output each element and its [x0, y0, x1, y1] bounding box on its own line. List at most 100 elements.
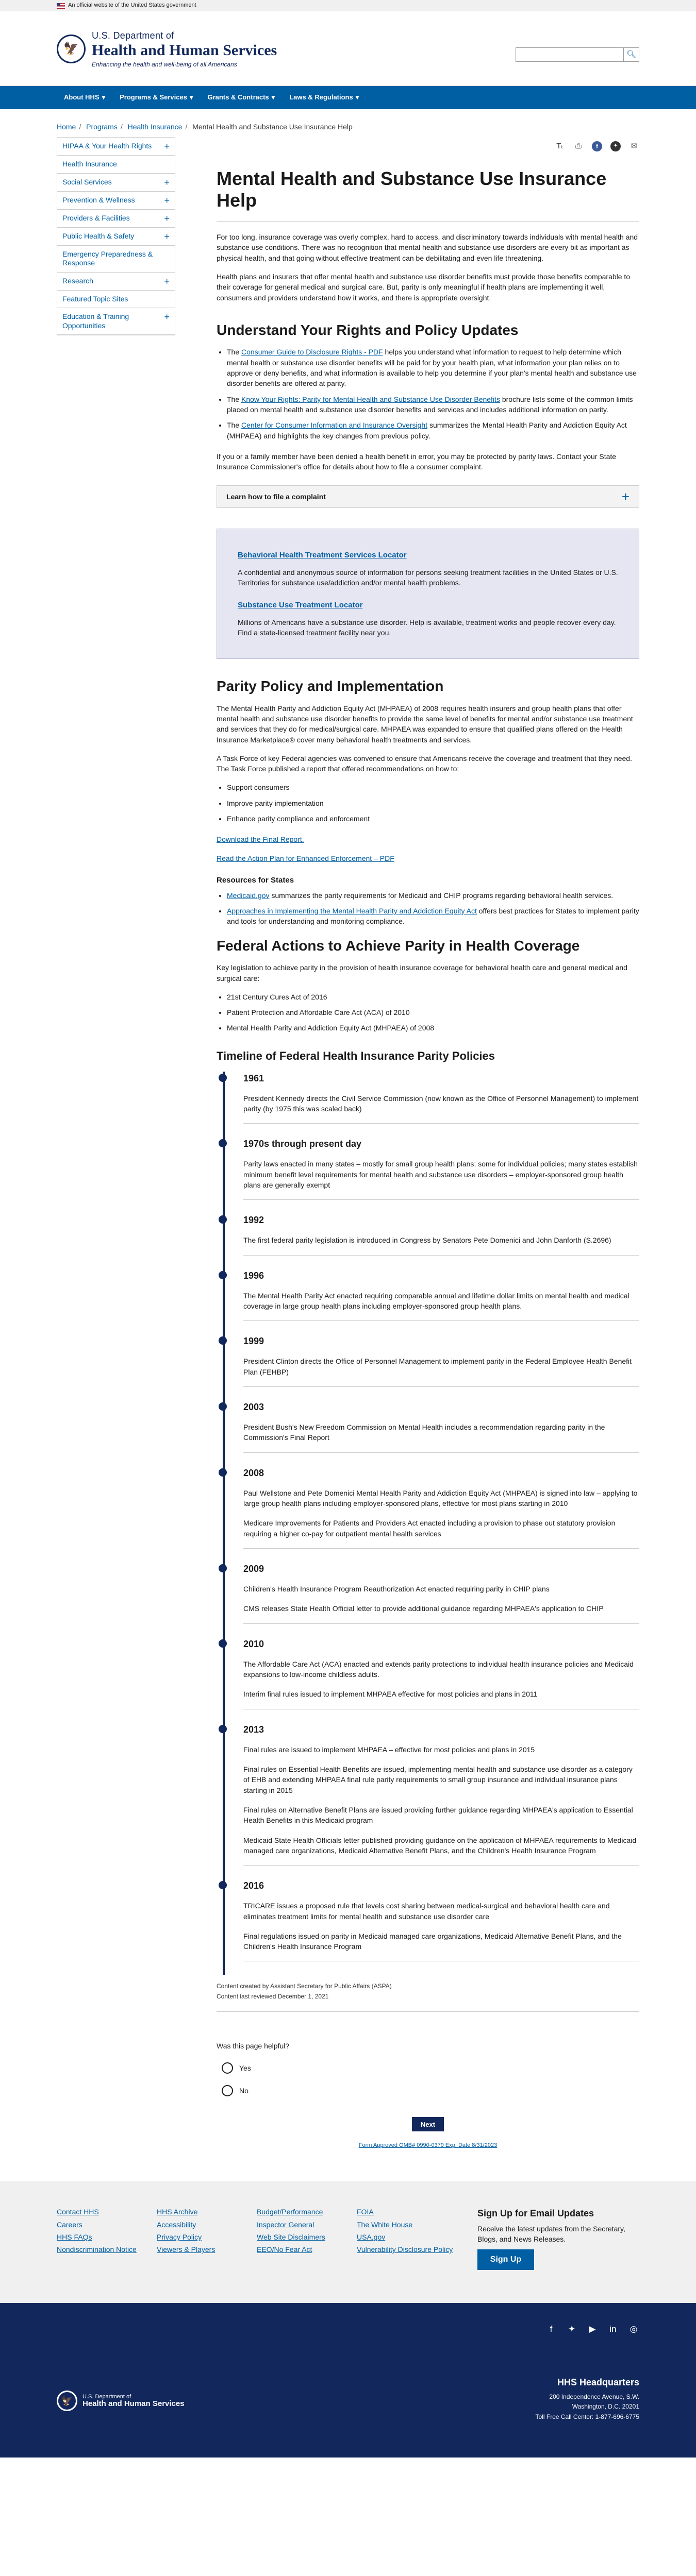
search-button[interactable]: 🔍︎ — [624, 47, 639, 62]
omb-link[interactable]: Form Approved OMB# 0990-0379 Exp. Date 8… — [359, 2142, 497, 2148]
denied-paragraph: If you or a family member have been deni… — [217, 452, 617, 471]
list-item: The Know Your Rights: Parity for Mental … — [227, 394, 639, 415]
next-button[interactable]: Next — [412, 2117, 444, 2132]
us-flag-icon — [57, 3, 65, 9]
expand-plus-icon[interactable]: + — [164, 196, 170, 205]
facebook-icon[interactable]: f — [592, 141, 602, 152]
sidebar-item-label: Emergency Preparedness & Response — [62, 249, 153, 267]
item-text: summarizes the parity requirements for M… — [269, 891, 614, 900]
divider — [243, 1199, 639, 1200]
radio-circle[interactable] — [222, 2085, 233, 2097]
footer-link[interactable]: Accessibility — [157, 2219, 257, 2230]
facebook-icon[interactable]: f — [545, 2324, 557, 2335]
action-plan-link[interactable]: Read the Action Plan for Enhanced Enforc… — [217, 854, 394, 862]
print-icon[interactable]: ⎙ — [573, 141, 584, 151]
twitter-icon[interactable]: ✦ — [566, 2324, 577, 2335]
item-text: The — [227, 421, 242, 430]
page-title: Mental Health and Substance Use Insuranc… — [217, 168, 607, 211]
sidebar-item-public-health[interactable]: Public Health & Safety + — [57, 228, 175, 246]
instagram-icon[interactable]: ◎ — [628, 2324, 639, 2335]
footer-link[interactable]: The White House — [357, 2219, 457, 2230]
expand-plus-icon[interactable]: + — [622, 487, 629, 507]
site-header: 🦅 U.S. Department of Health and Human Se… — [0, 11, 696, 86]
parity-paragraph: A Task Force of key Federal agencies was… — [217, 754, 632, 773]
hq-line: Washington, D.C. 20201 — [572, 2403, 639, 2411]
expand-plus-icon[interactable]: + — [164, 312, 170, 321]
sidebar-item-providers[interactable]: Providers & Facilities + — [57, 210, 175, 228]
consumer-guide-link[interactable]: Consumer Guide to Disclosure Rights - PD… — [241, 348, 383, 356]
breadcrumb-separator: / — [120, 123, 123, 131]
linkedin-icon[interactable]: in — [607, 2324, 619, 2335]
sidebar-item-social-services[interactable]: Social Services + — [57, 174, 175, 192]
divider — [243, 1320, 639, 1321]
timeline: 1961 President Kennedy directs the Civil … — [217, 1071, 639, 1975]
sidebar-item-featured[interactable]: Featured Topic Sites — [57, 291, 175, 309]
feedback-yes-radio[interactable]: Yes — [222, 2062, 639, 2074]
resources-list: Medicaid.gov summarizes the parity requi… — [227, 890, 639, 927]
timeline-text: TRICARE issues a proposed rule that leve… — [243, 1902, 610, 1921]
breadcrumb-home[interactable]: Home — [57, 123, 76, 131]
footer-link[interactable]: FOIA — [357, 2207, 457, 2217]
footer-link[interactable]: Vulnerability Disclosure Policy — [357, 2244, 457, 2255]
know-your-rights-link[interactable]: Know Your Rights: Parity for Mental Heal… — [241, 395, 500, 403]
sidebar-item-prevention[interactable]: Prevention & Wellness + — [57, 192, 175, 210]
nav-programs[interactable]: Programs & Services ▾ — [112, 86, 200, 109]
footer-link[interactable]: Contact HHS — [57, 2207, 157, 2217]
timeline-entry: 2009 Children's Health Insurance Program … — [219, 1562, 639, 1637]
nav-laws[interactable]: Laws & Regulations ▾ — [282, 86, 366, 109]
breadcrumb-programs[interactable]: Programs — [86, 123, 118, 131]
footer-link[interactable]: HHS Archive — [157, 2207, 257, 2217]
divider — [217, 2011, 639, 2012]
complaint-accordion[interactable]: Learn how to file a complaint + — [217, 485, 639, 509]
social-links: f ✦ ▶ in ◎ — [545, 2324, 639, 2335]
email-icon[interactable]: ✉ — [629, 141, 639, 151]
approaches-link[interactable]: Approaches in Implementing the Mental He… — [227, 907, 477, 915]
footer-link[interactable]: EEO/No Fear Act — [257, 2244, 357, 2255]
sidebar-item-label: Providers & Facilities — [62, 213, 130, 222]
footer-link[interactable]: Web Site Disclaimers — [257, 2232, 357, 2242]
footer-link[interactable]: Budget/Performance — [257, 2207, 357, 2217]
footer-logo[interactable]: 🦅 U.S. Department of Health and Human Ser… — [57, 2391, 185, 2412]
radio-circle[interactable] — [222, 2062, 233, 2074]
hhs-logo[interactable]: 🦅 U.S. Department of Health and Human Se… — [57, 29, 277, 69]
expand-plus-icon[interactable]: + — [164, 142, 170, 151]
nav-grants[interactable]: Grants & Contracts ▾ — [200, 86, 282, 109]
sidebar-item-education[interactable]: Education & Training Opportunities + — [57, 308, 175, 335]
divider — [243, 1623, 639, 1624]
hq-line: Toll Free Call Center: 1-877-696-6775 — [535, 2413, 639, 2420]
footer-link[interactable]: Careers — [57, 2219, 157, 2230]
timeline-entry: 2013 Final rules are issued to implement … — [219, 1723, 639, 1879]
sidebar-item-emergency[interactable]: Emergency Preparedness & Response — [57, 246, 175, 273]
text-size-icon[interactable]: Tₜ — [555, 141, 565, 151]
expand-plus-icon[interactable]: + — [164, 277, 170, 286]
final-report-link[interactable]: Download the Final Report. — [217, 835, 304, 843]
expand-plus-icon[interactable]: + — [164, 214, 170, 223]
callout-text: Millions of Americans have a substance u… — [238, 618, 616, 637]
nav-about[interactable]: About HHS ▾ — [57, 86, 112, 109]
twitter-icon[interactable]: ✦ — [610, 141, 621, 152]
sidebar-item-health-insurance[interactable]: Health Insurance — [57, 156, 175, 174]
search-input[interactable] — [516, 47, 624, 62]
footer-link[interactable]: Privacy Policy — [157, 2232, 257, 2242]
signup-button[interactable]: Sign Up — [477, 2249, 534, 2270]
footer-link[interactable]: Nondiscrimination Notice — [57, 2244, 157, 2255]
logo-name: Health and Human Services — [92, 42, 277, 59]
expand-plus-icon[interactable]: + — [164, 178, 170, 187]
youtube-icon[interactable]: ▶ — [587, 2324, 598, 2335]
timeline-entry: 2003 President Bush's New Freedom Commiss… — [219, 1400, 639, 1466]
email-signup: Sign Up for Email Updates Receive the la… — [477, 2207, 632, 2277]
main-content: Tₜ ⎙ f ✦ ✉ Mental Health and Substance U… — [217, 137, 639, 2150]
sidebar-item-research[interactable]: Research + — [57, 273, 175, 291]
medicaid-link[interactable]: Medicaid.gov — [227, 891, 270, 900]
treatment-locator-link[interactable]: Behavioral Health Treatment Services Loc… — [238, 550, 618, 561]
cciio-link[interactable]: Center for Consumer Information and Insu… — [241, 421, 427, 429]
footer-link[interactable]: USA.gov — [357, 2232, 457, 2242]
footer-link[interactable]: Inspector General — [257, 2219, 357, 2230]
expand-plus-icon[interactable]: + — [164, 232, 170, 241]
footer-link[interactable]: HHS FAQs — [57, 2232, 157, 2242]
sidebar-item-hipaa[interactable]: HIPAA & Your Health Rights + — [57, 138, 175, 156]
footer-link[interactable]: Viewers & Players — [157, 2244, 257, 2255]
substance-locator-link[interactable]: Substance Use Treatment Locator — [238, 600, 618, 611]
breadcrumb-health-insurance[interactable]: Health Insurance — [128, 123, 183, 131]
feedback-no-radio[interactable]: No — [222, 2085, 639, 2097]
